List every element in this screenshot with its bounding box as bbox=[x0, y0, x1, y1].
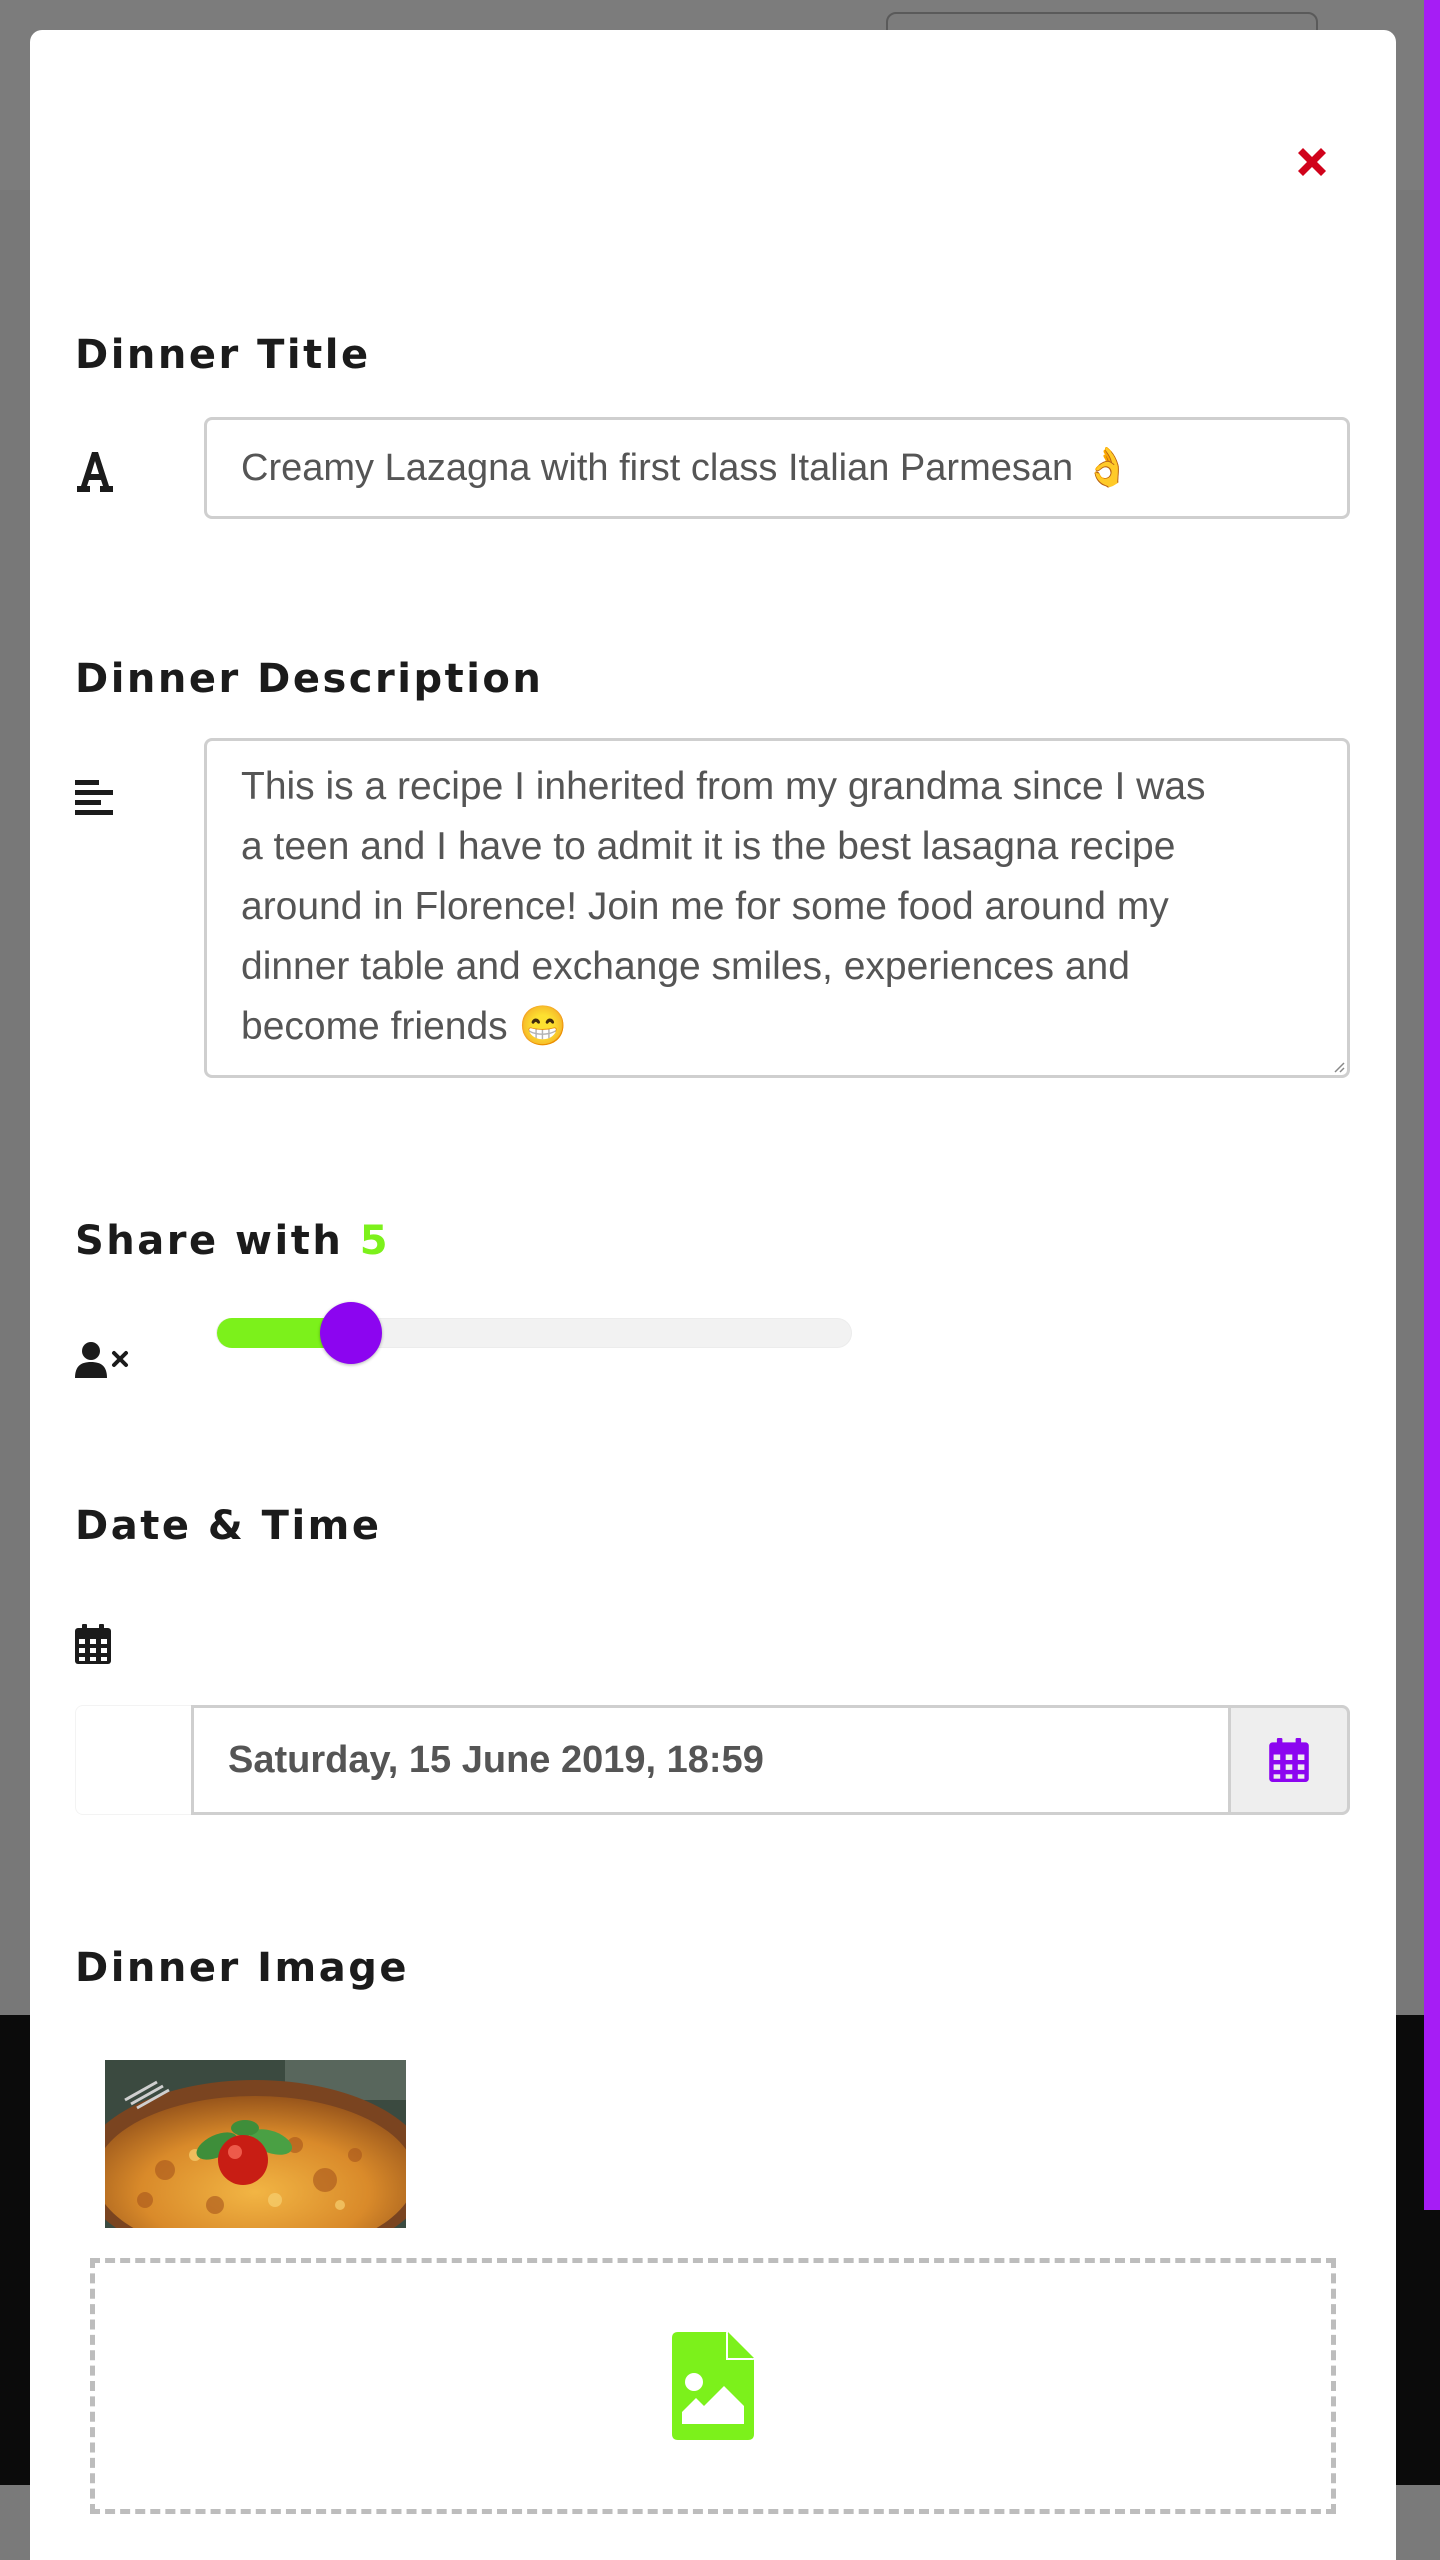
description-line: become friends 😁 bbox=[241, 1005, 568, 1048]
align-left-icon bbox=[75, 778, 113, 816]
dinner-image-thumbnail[interactable] bbox=[105, 2060, 406, 2228]
share-with-heading: Share with 5 bbox=[75, 1218, 390, 1264]
slider-thumb[interactable] bbox=[319, 1302, 382, 1364]
date-picker-button[interactable] bbox=[1231, 1705, 1350, 1815]
share-slider[interactable] bbox=[216, 1302, 852, 1364]
dinner-description-textarea[interactable]: This is a recipe I inherited from my gra… bbox=[204, 738, 1350, 1078]
close-button[interactable] bbox=[1282, 132, 1342, 192]
close-icon bbox=[1298, 148, 1326, 176]
image-dropzone[interactable] bbox=[90, 2258, 1336, 2514]
dinner-description-heading: Dinner Description bbox=[75, 656, 544, 702]
file-image-icon bbox=[672, 2332, 754, 2440]
calendar-icon bbox=[1269, 1738, 1309, 1782]
date-time-input[interactable]: Saturday, 15 June 2019, 18:59 bbox=[191, 1705, 1231, 1815]
scrollbar-accent bbox=[1424, 0, 1440, 2210]
description-line: This is a recipe I inherited from my gra… bbox=[241, 765, 1206, 808]
description-line: around in Florence! Join me for some foo… bbox=[241, 885, 1169, 928]
font-icon bbox=[75, 448, 115, 494]
date-time-heading: Date & Time bbox=[75, 1503, 382, 1549]
date-input-prefix bbox=[75, 1705, 191, 1815]
dinner-title-input[interactable]: Creamy Lazagna with first class Italian … bbox=[204, 417, 1350, 519]
dinner-image-heading: Dinner Image bbox=[75, 1945, 409, 1991]
dinner-title-heading: Dinner Title bbox=[75, 332, 371, 378]
calendar-icon bbox=[75, 1624, 111, 1664]
create-dinner-modal: Dinner Title Creamy Lazagna with first c… bbox=[30, 30, 1396, 2560]
description-line: a teen and I have to admit it is the bes… bbox=[241, 825, 1176, 868]
share-with-label: Share with bbox=[75, 1218, 344, 1264]
description-line: dinner table and exchange smiles, experi… bbox=[241, 945, 1130, 988]
resize-grip-icon[interactable] bbox=[1331, 1059, 1345, 1073]
share-count: 5 bbox=[359, 1218, 391, 1264]
user-times-icon bbox=[75, 1342, 131, 1378]
